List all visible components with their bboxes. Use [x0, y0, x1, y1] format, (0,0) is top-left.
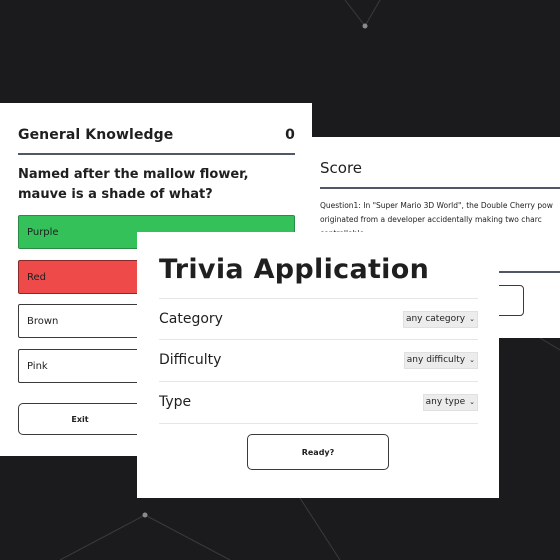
chevron-down-icon: ⌄: [469, 315, 475, 323]
category-value: any category: [405, 314, 466, 324]
difficulty-row: Difficulty any difficulty ⌄: [159, 340, 478, 380]
divider: [320, 187, 560, 189]
type-label: Type: [159, 394, 192, 410]
answer-label: Brown: [27, 315, 59, 327]
exit-button[interactable]: Exit: [18, 403, 142, 435]
chevron-down-icon: ⌄: [469, 398, 475, 406]
score-line: Question1: In "Super Mario 3D World", th…: [320, 201, 553, 210]
quiz-score: 0: [285, 127, 295, 143]
quiz-header: General Knowledge 0: [18, 127, 295, 143]
difficulty-label: Difficulty: [159, 352, 222, 368]
answer-label: Purple: [27, 226, 59, 238]
score-line: originated from a developer accidentally…: [320, 215, 542, 224]
chevron-down-icon: ⌄: [469, 356, 475, 364]
quiz-category: General Knowledge: [18, 127, 174, 143]
trivia-setup-card: Trivia Application Category any category…: [137, 232, 499, 498]
app-title: Trivia Application: [159, 254, 430, 285]
type-value: any type: [425, 397, 466, 407]
score-title: Score: [320, 159, 363, 177]
quiz-question: Named after the mallow flower, mauve is …: [18, 167, 249, 202]
answer-label: Pink: [27, 360, 48, 372]
category-row: Category any category ⌄: [159, 299, 478, 339]
ready-button[interactable]: Ready?: [247, 434, 389, 470]
answer-label: Red: [27, 271, 46, 283]
type-select[interactable]: any type ⌄: [422, 393, 478, 411]
divider: [18, 153, 295, 155]
difficulty-select[interactable]: any difficulty ⌄: [403, 351, 478, 369]
category-select[interactable]: any category ⌄: [402, 310, 478, 328]
category-label: Category: [159, 311, 223, 327]
difficulty-value: any difficulty: [406, 355, 466, 365]
divider: [497, 271, 560, 273]
type-row: Type any type ⌄: [159, 382, 478, 422]
divider: [159, 423, 478, 424]
